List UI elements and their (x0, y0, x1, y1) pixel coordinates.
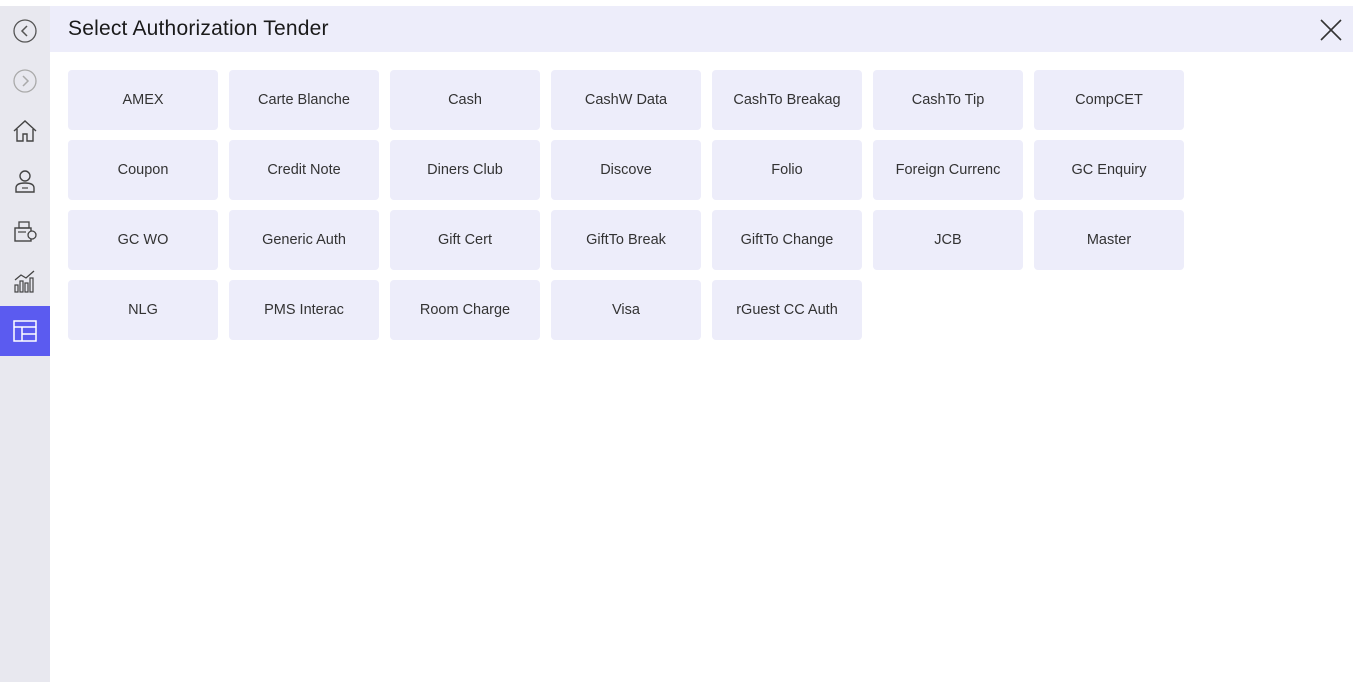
tender-button[interactable]: GiftTo Break (551, 210, 701, 270)
tender-button[interactable]: PMS Interac (229, 280, 379, 340)
tender-button[interactable]: Room Charge (390, 280, 540, 340)
tender-button[interactable]: rGuest CC Auth (712, 280, 862, 340)
layout-button[interactable] (0, 306, 50, 356)
home-button[interactable] (0, 106, 50, 156)
tender-button[interactable]: Foreign Currenc (873, 140, 1023, 200)
tender-button[interactable]: Master (1034, 210, 1184, 270)
sidebar (0, 6, 50, 682)
chart-icon (14, 270, 35, 293)
tender-button[interactable]: Discove (551, 140, 701, 200)
page-title: Select Authorization Tender (68, 17, 329, 40)
tender-button[interactable]: JCB (873, 210, 1023, 270)
tender-grid: AMEX Carte Blanche Cash CashW Data CashT… (68, 70, 1184, 340)
tender-button[interactable]: Folio (712, 140, 862, 200)
forward-circle-icon (13, 69, 37, 93)
tender-button[interactable]: CashTo Breakag (712, 70, 862, 130)
tender-button[interactable]: GiftTo Change (712, 210, 862, 270)
back-button[interactable] (0, 6, 50, 56)
tender-button[interactable]: NLG (68, 280, 218, 340)
tender-button[interactable]: Visa (551, 280, 701, 340)
tender-button[interactable]: Cash (390, 70, 540, 130)
tender-button[interactable]: CashW Data (551, 70, 701, 130)
tender-button[interactable]: Diners Club (390, 140, 540, 200)
user-button[interactable] (0, 156, 50, 206)
layout-icon (13, 320, 37, 342)
tender-button[interactable]: CompCET (1034, 70, 1184, 130)
tender-button[interactable]: Gift Cert (390, 210, 540, 270)
close-icon (1320, 19, 1342, 41)
home-icon (13, 120, 37, 142)
tender-button[interactable]: CashTo Tip (873, 70, 1023, 130)
tender-button[interactable]: GC WO (68, 210, 218, 270)
close-button[interactable] (1318, 17, 1344, 43)
forward-button[interactable] (0, 56, 50, 106)
tender-button[interactable]: Carte Blanche (229, 70, 379, 130)
tender-button[interactable]: GC Enquiry (1034, 140, 1184, 200)
dialog-header: Select Authorization Tender (50, 6, 1353, 52)
user-icon (15, 170, 35, 193)
tender-button[interactable]: Generic Auth (229, 210, 379, 270)
register-icon (14, 221, 37, 242)
tender-button[interactable]: AMEX (68, 70, 218, 130)
tender-button[interactable]: Coupon (68, 140, 218, 200)
reports-button[interactable] (0, 256, 50, 306)
back-circle-icon (13, 19, 37, 43)
tender-button[interactable]: Credit Note (229, 140, 379, 200)
register-button[interactable] (0, 206, 50, 256)
